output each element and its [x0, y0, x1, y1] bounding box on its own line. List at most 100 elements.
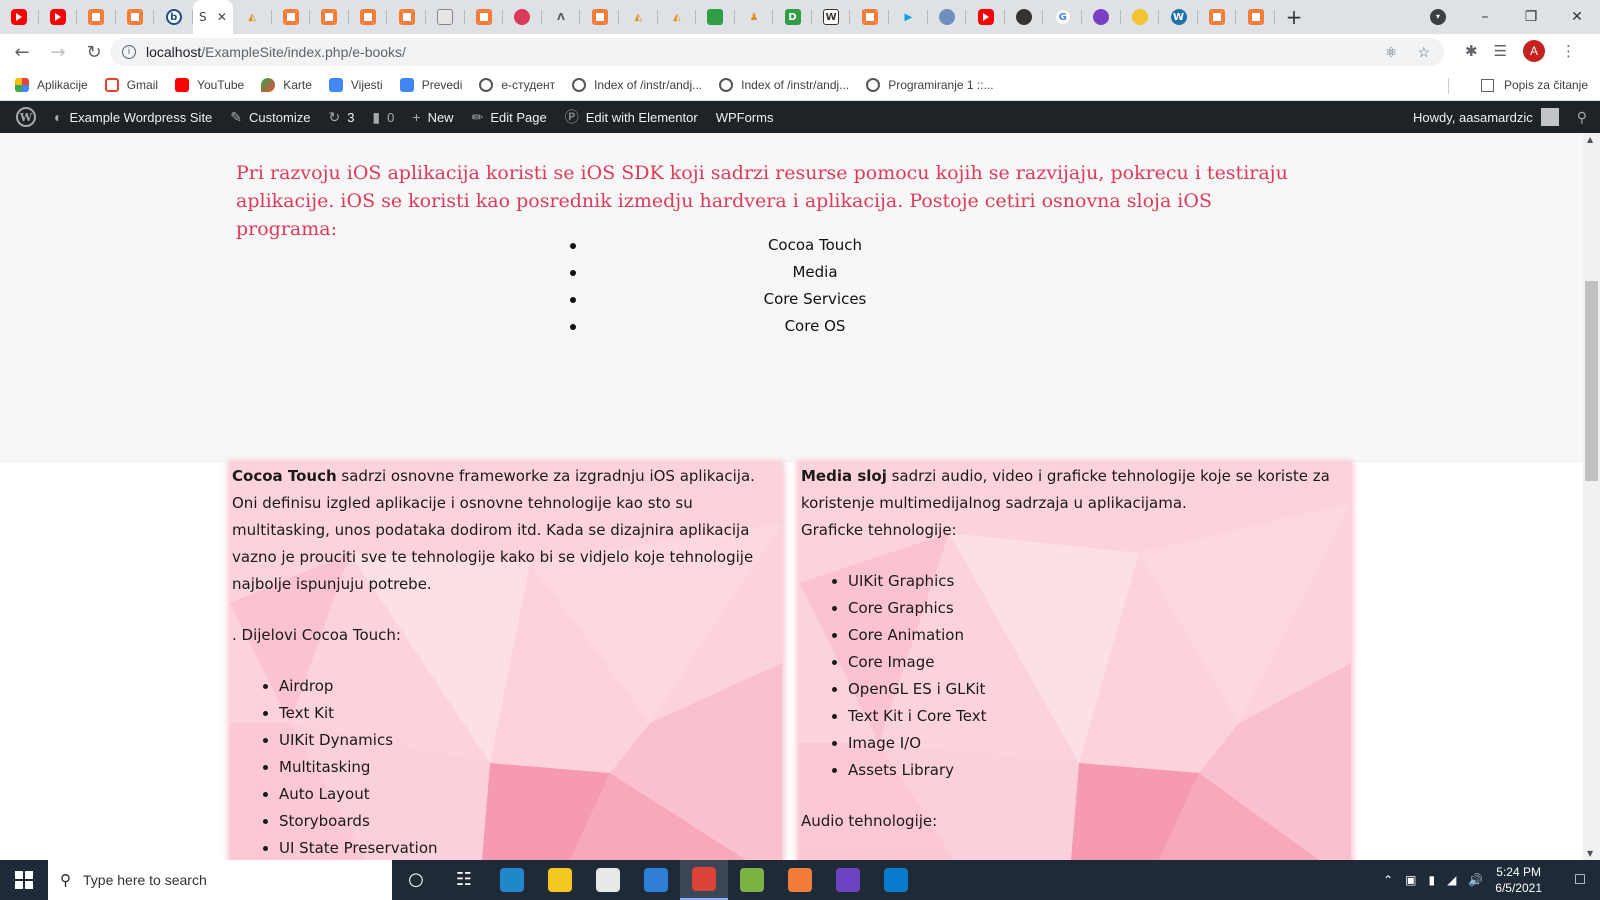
taskbar-app[interactable]: [488, 860, 536, 900]
browser-tab[interactable]: [39, 0, 78, 34]
browser-tab[interactable]: Λ: [542, 0, 581, 34]
browser-tab[interactable]: [0, 0, 39, 34]
elementor-link[interactable]: Ⓟ Edit with Elementor: [556, 101, 707, 133]
taskbar-app[interactable]: [728, 860, 776, 900]
browser-tab[interactable]: [1236, 0, 1275, 34]
edit-page-link[interactable]: ✏ Edit Page: [463, 101, 556, 133]
translate-icon[interactable]: ⚛: [1385, 44, 1398, 61]
close-window-icon[interactable]: ✕: [1554, 9, 1600, 25]
address-bar[interactable]: i localhost/ExampleSite/index.php/e-book…: [110, 38, 1444, 66]
new-content-menu[interactable]: + New: [403, 101, 462, 133]
reload-icon[interactable]: ↻: [78, 36, 110, 68]
site-name-menu[interactable]: ◐ Example Wordpress Site: [45, 101, 221, 133]
scroll-down-icon[interactable]: ▼: [1587, 849, 1593, 858]
browser-tab[interactable]: [387, 0, 426, 34]
browser-tab[interactable]: [310, 0, 349, 34]
taskbar-app[interactable]: [632, 860, 680, 900]
taskbar-app[interactable]: [584, 860, 632, 900]
extensions-icon[interactable]: ✱: [1465, 42, 1478, 60]
bookmark-item[interactable]: Programiranje 1 ::...: [866, 78, 994, 92]
browser-tab[interactable]: [850, 0, 889, 34]
browser-tab[interactable]: b: [154, 0, 193, 34]
bookmark-item[interactable]: Prevedi: [399, 78, 462, 92]
scroll-thumb[interactable]: [1585, 281, 1598, 481]
wp-logo-menu[interactable]: W: [0, 101, 45, 133]
page-scrollbar[interactable]: ▲ ▼: [1583, 133, 1600, 860]
browser-tab[interactable]: G: [1043, 0, 1082, 34]
battery-icon[interactable]: ▮: [1428, 873, 1435, 887]
browser-tab[interactable]: [1121, 0, 1160, 34]
back-icon[interactable]: ←: [6, 36, 38, 68]
scroll-up-icon[interactable]: ▲: [1587, 135, 1593, 144]
edit-page-label: Edit Page: [490, 109, 547, 125]
browser-tab[interactable]: [272, 0, 311, 34]
media-control-icon[interactable]: ☰: [1494, 42, 1507, 60]
browser-tab[interactable]: [426, 0, 465, 34]
customize-link[interactable]: ✎ Customize: [221, 101, 319, 133]
account-menu[interactable]: Howdy, aasamardzic: [1404, 101, 1568, 133]
wpforms-link[interactable]: WPForms: [707, 101, 783, 133]
bookmark-item[interactable]: Karte: [261, 78, 312, 92]
bookmark-star-icon[interactable]: ☆: [1417, 44, 1430, 61]
meet-now-icon[interactable]: ▣: [1405, 873, 1416, 887]
bookmark-item[interactable]: e-студент: [479, 78, 555, 92]
browser-tab[interactable]: [116, 0, 155, 34]
browser-tab[interactable]: W: [1159, 0, 1198, 34]
forward-icon[interactable]: →: [42, 36, 74, 68]
taskbar-app[interactable]: [824, 860, 872, 900]
profile-avatar[interactable]: A: [1523, 40, 1546, 62]
site-info-icon[interactable]: i: [122, 45, 136, 59]
start-button[interactable]: [0, 860, 48, 900]
tab-search-icon[interactable]: ▾: [1430, 9, 1446, 25]
bookmark-item[interactable]: Aplikacije: [15, 78, 88, 92]
restore-icon[interactable]: ❐: [1508, 9, 1554, 25]
browser-tab[interactable]: [1198, 0, 1237, 34]
taskbar-app[interactable]: [680, 860, 728, 900]
browser-tab[interactable]: ◭: [233, 0, 272, 34]
xampp-icon: [398, 9, 415, 25]
menu-icon[interactable]: ⋮: [1561, 42, 1576, 60]
admin-search[interactable]: ⚲: [1568, 101, 1600, 133]
browser-tab[interactable]: [1082, 0, 1121, 34]
browser-tab[interactable]: [580, 0, 619, 34]
taskbar-app[interactable]: ☷: [440, 860, 488, 900]
browser-tab[interactable]: [77, 0, 116, 34]
reading-list[interactable]: Popis za čitanje: [1480, 78, 1588, 92]
media-layer-card: Media sloj sadrzi audio, video i grafick…: [799, 463, 1351, 860]
taskbar-search[interactable]: ⚲ Type here to search: [48, 860, 392, 900]
updates-link[interactable]: ↻ 3: [319, 101, 363, 133]
wifi-icon[interactable]: ◢: [1447, 873, 1456, 887]
clock[interactable]: 5:24 PM 6/5/2021: [1495, 864, 1542, 896]
comments-link[interactable]: ▮ 0: [363, 101, 403, 133]
taskbar-app[interactable]: [536, 860, 584, 900]
minimize-icon[interactable]: –: [1462, 9, 1508, 25]
volume-icon[interactable]: 🔊: [1468, 873, 1483, 887]
bookmark-item[interactable]: YouTube: [175, 78, 244, 92]
browser-tab[interactable]: [928, 0, 967, 34]
browser-tab[interactable]: [349, 0, 388, 34]
taskbar-app[interactable]: [776, 860, 824, 900]
new-tab-icon[interactable]: +: [1275, 5, 1313, 29]
notification-center-icon[interactable]: □: [1560, 860, 1600, 900]
browser-tab[interactable]: [465, 0, 504, 34]
bookmark-item[interactable]: Index of /instr/andj...: [719, 78, 849, 92]
browser-tab[interactable]: D: [773, 0, 812, 34]
tray-overflow-icon[interactable]: ⌃: [1383, 873, 1393, 887]
browser-tab[interactable]: W: [812, 0, 851, 34]
active-tab[interactable]: S ✕: [192, 0, 233, 34]
close-tab-icon[interactable]: ✕: [217, 10, 227, 24]
browser-tab[interactable]: ▶: [889, 0, 928, 34]
taskbar-app[interactable]: ○: [392, 860, 440, 900]
browser-tab[interactable]: ◭: [619, 0, 658, 34]
bookmark-item[interactable]: Vijesti: [328, 78, 383, 92]
browser-tab[interactable]: [503, 0, 542, 34]
taskbar-app[interactable]: [872, 860, 920, 900]
browser-tab[interactable]: [696, 0, 735, 34]
bookmark-item[interactable]: Gmail: [104, 78, 158, 92]
cocoa-touch-paragraph: Cocoa Touch sadrzi osnovne frameworke za…: [232, 463, 780, 598]
browser-tab[interactable]: [966, 0, 1005, 34]
browser-tab[interactable]: [1005, 0, 1044, 34]
bookmark-item[interactable]: Index of /instr/andj...: [572, 78, 702, 92]
browser-tab[interactable]: ♟: [735, 0, 774, 34]
browser-tab[interactable]: ◭: [658, 0, 697, 34]
